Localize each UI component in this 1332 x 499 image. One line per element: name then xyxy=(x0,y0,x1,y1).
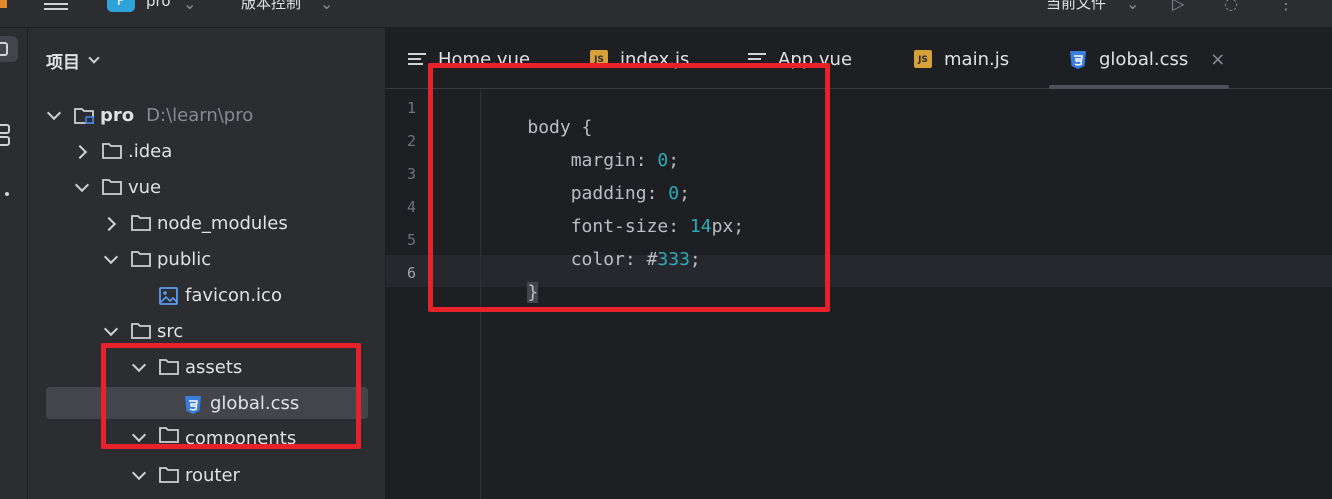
run-config-selector[interactable]: 当前文件 xyxy=(1046,0,1106,13)
chevron-down-icon[interactable]: ⌄ xyxy=(320,0,333,13)
line-number: 6 xyxy=(406,264,416,282)
annotation-box-code xyxy=(428,63,830,312)
tree-item-label: src xyxy=(157,320,184,342)
active-tab-indicator xyxy=(1049,85,1229,89)
line-number: 3 xyxy=(406,165,416,183)
main-menu-icon[interactable] xyxy=(44,0,68,10)
project-tool-button[interactable] xyxy=(0,36,18,62)
structure-icon-lower xyxy=(0,136,10,146)
line-number: 1 xyxy=(406,99,416,117)
tab-global-css[interactable]: global.css × xyxy=(1069,46,1225,72)
chevron-down-icon[interactable] xyxy=(103,323,119,339)
panel-title: 项目 xyxy=(46,52,80,73)
debug-icon[interactable]: ◌ xyxy=(1224,0,1238,13)
tree-item-pro[interactable]: pro D:\learn\pro xyxy=(46,99,368,131)
tab-label: global.css xyxy=(1099,48,1189,70)
tree-item-idea[interactable]: .idea xyxy=(74,135,396,167)
tool-window-strip xyxy=(0,28,28,499)
tree-item-label: node_modules xyxy=(157,212,288,234)
tree-item-label: pro xyxy=(100,104,135,126)
vcs-menu[interactable]: 版本控制 xyxy=(241,0,301,13)
structure-icon[interactable] xyxy=(0,124,10,134)
tree-item-label: router xyxy=(185,464,240,486)
css-icon xyxy=(1069,50,1087,69)
tree-item-label: public xyxy=(157,248,212,270)
folder-icon xyxy=(131,215,151,231)
chevron-down-icon[interactable] xyxy=(46,107,62,123)
chevron-down-icon[interactable]: ⌄ xyxy=(1126,0,1139,13)
close-icon[interactable]: × xyxy=(1210,49,1225,70)
folder-icon xyxy=(102,179,122,195)
project-badge[interactable]: P xyxy=(107,0,135,12)
tree-item-public[interactable]: public xyxy=(103,243,425,275)
line-number: 2 xyxy=(406,132,416,150)
chevron-down-icon[interactable]: ⌄ xyxy=(183,0,196,13)
project-folder-icon xyxy=(0,42,8,56)
app-logo-icon xyxy=(0,0,7,8)
image-file-icon xyxy=(159,287,179,305)
tree-item-node-modules[interactable]: node_modules xyxy=(103,207,425,239)
chevron-down-icon xyxy=(88,52,100,64)
annotation-box-tree xyxy=(101,343,361,449)
text-lines-icon xyxy=(408,50,426,68)
tree-item-label: favicon.ico xyxy=(185,284,282,306)
chevron-down-icon[interactable] xyxy=(131,467,147,483)
line-number: 5 xyxy=(406,231,416,249)
title-bar: P pro ⌄ 版本控制 ⌄ 当前文件 ⌄ ▷ ◌ ⋮ xyxy=(0,0,1332,28)
folder-icon xyxy=(102,143,122,159)
folder-icon xyxy=(159,467,179,483)
tab-main-js[interactable]: JS main.js xyxy=(914,46,1009,72)
more-options-icon[interactable]: ⋮ xyxy=(1278,0,1294,13)
more-tools-icon[interactable] xyxy=(5,192,9,196)
tree-item-vue[interactable]: vue xyxy=(74,171,396,203)
tab-label: main.js xyxy=(944,48,1010,70)
tree-item-label: .idea xyxy=(128,140,173,162)
folder-icon xyxy=(131,323,151,339)
line-number: 4 xyxy=(406,198,416,216)
js-icon: JS xyxy=(914,50,932,68)
chevron-down-icon[interactable] xyxy=(103,251,119,267)
chevron-down-icon[interactable] xyxy=(74,179,90,195)
project-panel-header[interactable]: 项目 xyxy=(46,48,100,73)
run-icon[interactable]: ▷ xyxy=(1172,0,1184,13)
chevron-right-icon[interactable] xyxy=(74,143,90,159)
tree-item-path: D:\learn\pro xyxy=(146,104,254,126)
project-name[interactable]: pro xyxy=(146,0,171,10)
module-folder-icon xyxy=(74,107,94,124)
tree-item-label: vue xyxy=(128,176,162,198)
chevron-right-icon[interactable] xyxy=(103,215,119,231)
folder-icon xyxy=(131,251,151,267)
